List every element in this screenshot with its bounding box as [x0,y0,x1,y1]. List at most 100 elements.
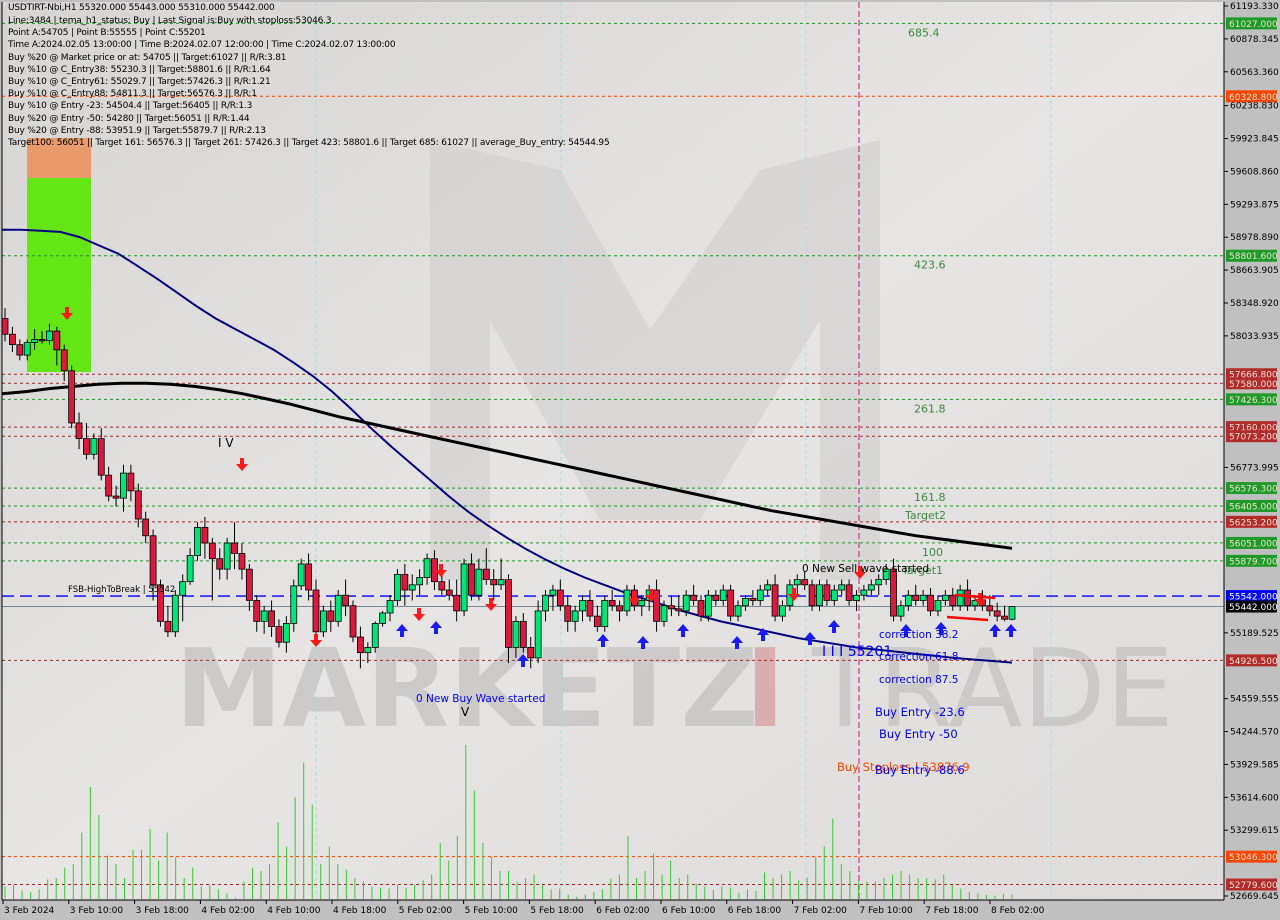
bearish-candle-body [275,626,283,643]
candle [394,569,401,606]
y-tick-label: 59608.860 [1230,167,1279,177]
bullish-candle-body [660,605,668,622]
bullish-candle-body [934,600,942,612]
y-tick-label: 58348.920 [1230,299,1279,309]
bullish-candle-body [194,526,201,556]
price-level-tag-label: 61027.000 [1229,20,1278,30]
bearish-candle-body [564,605,572,622]
bullish-candle-body [838,584,846,591]
x-tick-label: 6 Feb 10:00 [662,906,716,916]
bearish-candle-body [38,339,46,342]
bearish-candle-body [68,370,76,424]
bearish-candle-body [1,318,9,335]
chart-annotation: I V [218,436,234,450]
fib-level-label: 100 [922,546,943,559]
bearish-candle-body [97,438,105,476]
chart-annotation: Buy Entry -50 [879,727,958,741]
bearish-candle-body [216,558,224,570]
bullish-candle-body [23,342,31,356]
candle [601,595,609,632]
bearish-candle-body [527,647,535,659]
bullish-candle-body [779,605,786,617]
chart-annotation: Buy Entry -88.6 [875,763,965,777]
x-tick-label: 4 Feb 18:00 [333,906,387,916]
bullish-candle-body [31,339,39,343]
chart-annotation: 0 New Buy Wave started [416,693,545,705]
bearish-candle-body [16,344,24,356]
bearish-candle-body [201,526,209,544]
y-tick-label: 58033.935 [1230,332,1279,342]
bullish-candle-body [534,610,542,659]
info-line: Buy %20 @ Entry -88: 53951.9 || Target:5… [8,125,266,136]
chart-annotation: correction 38.2 [879,629,958,641]
x-tick-label: 6 Feb 18:00 [728,906,782,916]
chart-title: USDTIRT-Nbi,H1 55320.000 55443.000 55310… [8,3,275,13]
bullish-candle-body [734,605,742,617]
y-tick-label: 56773.995 [1230,463,1279,473]
y-tick-label: 53299.615 [1230,826,1279,836]
bearish-candle-body [253,600,261,622]
candle [460,558,468,617]
x-tick-label: 7 Feb 10:00 [859,906,913,916]
price-level-tag-label: 56576.300 [1229,485,1278,495]
x-tick-label: 6 Feb 02:00 [596,906,650,916]
bullish-candle-body [223,542,231,570]
bearish-candle-body [60,349,68,372]
bearish-candle-body [586,600,594,617]
fib-level-label: 423.6 [914,259,946,272]
y-tick-label: 52669.645 [1230,892,1279,902]
bearish-candle-body [771,584,779,617]
bullish-candle-body [408,584,416,591]
bullish-candle-body [941,594,949,601]
y-tick-label: 53929.585 [1230,760,1279,770]
chart-annotation: correction 61.8 [879,651,958,663]
fib-level-label: 261.8 [914,402,946,415]
price-level-tag-label: 58801.600 [1229,252,1278,262]
x-tick-label: 8 Feb 02:00 [991,906,1045,916]
price-level-tag-label: 57426.300 [1229,396,1278,406]
chart-annotation: correction 87.5 [879,674,958,686]
info-line: Line:3484 | tema_h1_status: Buy | Last S… [8,16,332,26]
bullish-candle-body [186,555,194,583]
bullish-candle-body [460,563,468,612]
bullish-candle-body [334,594,342,622]
bullish-candle-body [46,330,53,341]
bullish-candle-body [386,600,394,614]
bearish-candle-body [616,605,623,612]
bearish-candle-body [357,636,364,654]
bullish-candle-body [90,438,98,455]
fib-level-label: Target2 [904,509,946,522]
y-tick-label: 60878.345 [1230,35,1279,45]
bullish-candle-body [497,579,505,586]
candle [349,600,357,643]
price-level-tag-label: 55879.700 [1229,557,1278,567]
bearish-candle-body [342,594,350,607]
y-tick-label: 59923.845 [1230,135,1279,145]
bullish-candle-body [875,579,883,586]
info-line: Buy %10 @ C_Entry38: 55230.3 || Target:5… [8,64,271,75]
chart-window[interactable]: MARKETZ I TRADE 685.4 423.6 261.8 161.8 Target… [0,0,1280,920]
bullish-candle-body [719,589,727,601]
price-level-tag-label: 57073.200 [1229,433,1278,443]
y-tick-label: 58978.890 [1230,233,1279,243]
bullish-candle-body [290,585,298,624]
x-tick-label: 7 Feb 18:00 [925,906,979,916]
bullish-candle-body [475,568,483,596]
price-level-tag-label: 52779.600 [1229,881,1278,891]
bullish-candle-body [364,647,372,654]
x-tick-label: 5 Feb 10:00 [465,906,519,916]
y-tick-label: 53614.600 [1230,793,1279,803]
bullish-candle-body [319,610,327,633]
bearish-candle-body [105,474,113,497]
bearish-candle-body [134,490,142,520]
bearish-candle-body [75,422,83,440]
bearish-candle-body [712,594,720,601]
bearish-candle-body [438,581,446,591]
bullish-candle-body [120,472,127,499]
bearish-candle-body [327,610,335,622]
bullish-candle-body [897,605,905,617]
bearish-candle-body [112,495,120,499]
bullish-candle-body [371,623,379,648]
bullish-candle-body [179,581,187,596]
candle [68,365,76,429]
